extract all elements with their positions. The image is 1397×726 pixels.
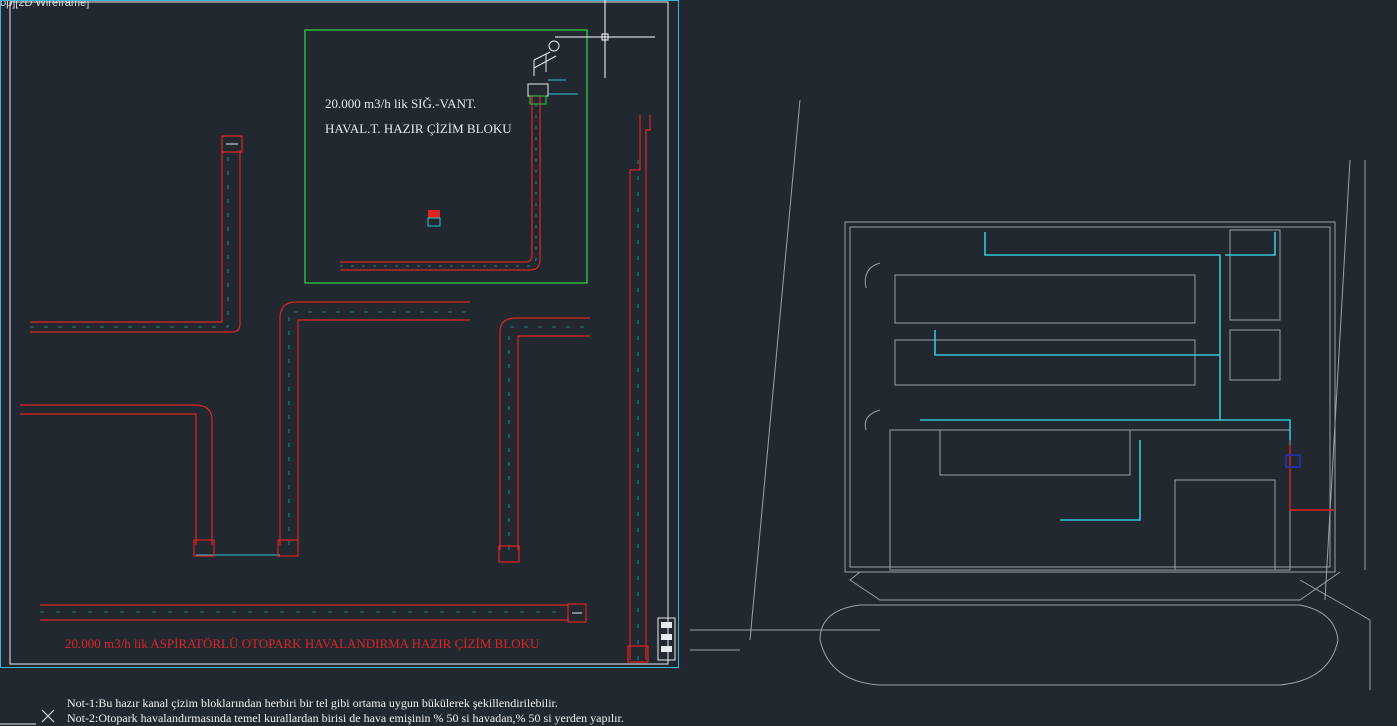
legend-block [657,617,676,661]
ucs-cross-icon [0,709,55,725]
duct-branch-6 [40,603,587,623]
floor-plan-exhaust-duct [1285,445,1335,511]
duct-branch-2 [20,404,280,557]
duct-branch-3 [277,301,470,557]
fan-unit-icon [533,40,560,76]
supply-block-frame [304,29,588,284]
note-2: Not-2:Otopark havalandırmasında temel ku… [67,711,624,725]
exhaust-block-title: 20.000 m3/h lik ASPİRATÖRLÜ OTOPARK HAVA… [65,636,540,651]
drawing-canvas[interactable]: 20.000 m3/h lik SIĞ.-VANT. HAVAL.T. HAZI… [0,0,1397,726]
note-1: Not-1:Bu hazır kanal çizim bloklarından … [67,696,558,710]
supply-title-line1: 20.000 m3/h lik SIĞ.-VANT. [325,96,476,111]
duct-branch-1 [30,135,243,333]
supply-small-unit [427,210,441,227]
duct-branch-5 [627,115,651,663]
crosshair-cursor-icon [555,0,655,78]
supply-title-line2: HAVAL.T. HAZIR ÇİZİM BLOKU [325,121,512,136]
floor-plan [690,99,1371,690]
duct-branch-4 [498,317,590,563]
